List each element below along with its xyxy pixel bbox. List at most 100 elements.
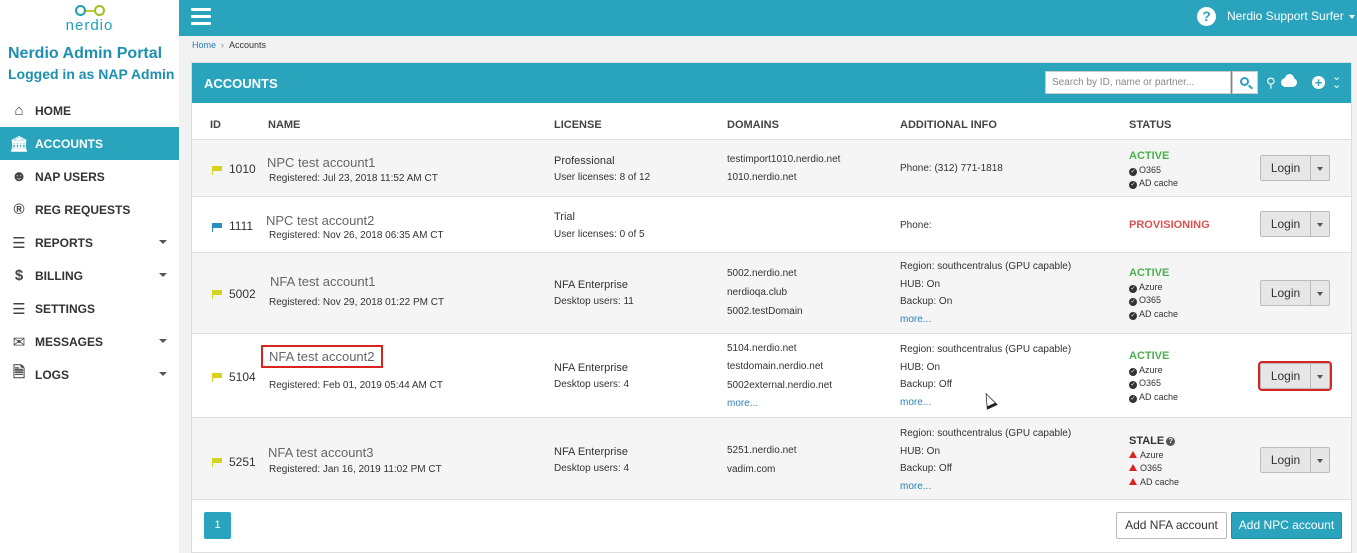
domains-more-link[interactable]: more... bbox=[727, 398, 758, 409]
info-more-link[interactable]: more... bbox=[900, 397, 931, 408]
search-input[interactable] bbox=[1045, 71, 1231, 94]
logo-mark-icon bbox=[74, 4, 105, 18]
account-name[interactable]: NPC test account1 bbox=[267, 155, 375, 170]
pagination-page-button[interactable]: 1 bbox=[204, 512, 231, 539]
top-bar: ? Nerdio Support Surfer bbox=[179, 0, 1357, 36]
login-button[interactable]: Login bbox=[1261, 156, 1311, 180]
add-npc-account-button[interactable]: Add NPC account bbox=[1231, 512, 1342, 539]
domain-item: 5002.nerdio.net bbox=[727, 268, 797, 279]
help-icon[interactable]: ? bbox=[1197, 7, 1216, 26]
cloud-icon[interactable] bbox=[1281, 73, 1297, 87]
bank-icon: 🏛 bbox=[9, 135, 29, 153]
caret-down-icon bbox=[1317, 375, 1323, 379]
account-name[interactable]: NPC test account2 bbox=[266, 213, 374, 228]
sidebar-item-label: REG REQUESTS bbox=[35, 202, 131, 217]
login-button-group: Login bbox=[1260, 447, 1330, 473]
table-row[interactable]: 5002 NFA test account1 Registered: Nov 2… bbox=[192, 252, 1351, 333]
login-button[interactable]: Login bbox=[1261, 364, 1311, 388]
accounts-panel: ACCOUNTS ⚲ + ⌄⌄ ID NAME LICENSE DOMAINS … bbox=[191, 62, 1352, 553]
registered-date: Registered: Jan 16, 2019 11:02 PM CT bbox=[269, 464, 442, 475]
nerdio-logo[interactable]: nerdio bbox=[0, 0, 179, 36]
account-id: 5002 bbox=[229, 287, 256, 301]
check-circle-icon: ✓ bbox=[1129, 168, 1137, 176]
info-item: Region: southcentralus (GPU capable) bbox=[900, 428, 1072, 439]
table-row[interactable]: 5104 NFA test account2 Registered: Feb 0… bbox=[192, 333, 1351, 417]
sidebar-item-label: HOME bbox=[35, 103, 71, 118]
login-button-group: Login bbox=[1260, 280, 1330, 306]
login-button[interactable]: Login bbox=[1261, 448, 1311, 472]
key-search-icon[interactable]: ⚲ bbox=[1266, 75, 1276, 91]
license-detail: Desktop users: 4 bbox=[554, 463, 630, 474]
info-item: HUB: On bbox=[900, 279, 941, 290]
column-header-id: ID bbox=[210, 119, 221, 131]
sidebar-item-nap-users[interactable]: ☻ NAP USERS bbox=[0, 160, 179, 193]
caret-down-icon bbox=[159, 339, 167, 343]
service-status: ✓ AD cache bbox=[1129, 178, 1179, 189]
status-badge: ACTIVE bbox=[1129, 267, 1170, 279]
hamburger-menu-icon[interactable] bbox=[191, 8, 211, 26]
status-badge: ACTIVE bbox=[1129, 150, 1170, 162]
add-nfa-account-button[interactable]: Add NFA account bbox=[1116, 512, 1227, 539]
login-button-group: Login bbox=[1260, 155, 1330, 181]
status-badge: ACTIVE bbox=[1129, 350, 1170, 362]
account-name[interactable]: NFA test account2 bbox=[261, 345, 383, 368]
envelope-icon: ✉ bbox=[12, 333, 26, 351]
sidebar-item-reg-requests[interactable]: ® REG REQUESTS bbox=[0, 193, 179, 226]
domain-item: 5002external.nerdio.net bbox=[727, 380, 833, 391]
flag-icon bbox=[212, 166, 222, 175]
login-dropdown-toggle[interactable] bbox=[1311, 364, 1329, 388]
table-row[interactable]: 5251 NFA test account3 Registered: Jan 1… bbox=[192, 417, 1351, 499]
account-name[interactable]: NFA test account3 bbox=[268, 445, 374, 460]
warning-icon bbox=[1129, 451, 1137, 458]
info-item: Phone: bbox=[900, 220, 932, 231]
sidebar-item-label: BILLING bbox=[35, 268, 83, 283]
license-detail: Desktop users: 4 bbox=[554, 379, 630, 390]
question-circle-icon[interactable]: ? bbox=[1166, 437, 1176, 446]
caret-down-icon bbox=[1348, 14, 1355, 19]
sidebar-item-settings[interactable]: ☰ SETTINGS bbox=[0, 292, 179, 325]
list-icon: ☰ bbox=[12, 234, 26, 252]
login-dropdown-toggle[interactable] bbox=[1311, 212, 1329, 236]
panel-title: ACCOUNTS bbox=[204, 76, 278, 91]
login-button[interactable]: Login bbox=[1261, 212, 1311, 236]
add-icon[interactable]: + bbox=[1312, 76, 1325, 89]
sidebar-item-home[interactable]: ⌂ HOME bbox=[0, 94, 179, 127]
info-item: Backup: On bbox=[900, 296, 953, 307]
login-button[interactable]: Login bbox=[1261, 281, 1311, 305]
domain-item: 5002.testDomain bbox=[727, 306, 803, 317]
sidebar-item-logs[interactable]: 🗎 LOGS bbox=[0, 358, 179, 391]
domain-item: vadim.com bbox=[727, 464, 776, 475]
user-menu[interactable]: Nerdio Support Surfer bbox=[1227, 9, 1355, 23]
license-type: Trial bbox=[554, 211, 575, 223]
double-chevron-down-icon[interactable]: ⌄ ⌄ bbox=[1332, 72, 1341, 91]
registered-date: Registered: Nov 26, 2018 06:35 AM CT bbox=[269, 230, 444, 241]
sidebar-item-messages[interactable]: ✉ MESSAGES bbox=[0, 325, 179, 358]
service-status: AD cache bbox=[1129, 476, 1179, 489]
account-name[interactable]: NFA test account1 bbox=[270, 274, 376, 289]
info-more-link[interactable]: more... bbox=[900, 481, 931, 492]
table-row[interactable]: 1111 NPC test account2 Registered: Nov 2… bbox=[192, 196, 1351, 252]
login-dropdown-toggle[interactable] bbox=[1311, 281, 1329, 305]
sidebar-item-reports[interactable]: ☰ REPORTS bbox=[0, 226, 179, 259]
service-status: O365 bbox=[1129, 462, 1162, 475]
caret-down-icon bbox=[1317, 459, 1323, 463]
account-id: 5251 bbox=[229, 455, 256, 469]
search-button[interactable] bbox=[1232, 71, 1258, 94]
check-circle-icon: ✓ bbox=[1129, 285, 1137, 293]
column-header-additional-info: ADDITIONAL INFO bbox=[900, 119, 997, 131]
service-status: ✓ O365 bbox=[1129, 378, 1162, 389]
check-circle-icon: ✓ bbox=[1129, 395, 1137, 403]
login-dropdown-toggle[interactable] bbox=[1311, 448, 1329, 472]
sidebar-item-accounts[interactable]: 🏛 ACCOUNTS bbox=[0, 127, 179, 160]
status-badge: PROVISIONING bbox=[1129, 219, 1210, 231]
table-row[interactable]: 1010 NPC test account1 Registered: Jul 2… bbox=[192, 139, 1351, 196]
info-more-link[interactable]: more... bbox=[900, 314, 931, 325]
login-dropdown-toggle[interactable] bbox=[1311, 156, 1329, 180]
sidebar-item-billing[interactable]: $ BILLING bbox=[0, 259, 179, 292]
service-status: ✓ AD cache bbox=[1129, 392, 1179, 403]
dollar-icon: $ bbox=[14, 267, 24, 284]
domain-item: 1010.nerdio.net bbox=[727, 172, 797, 183]
caret-down-icon bbox=[159, 372, 167, 376]
breadcrumb-home-link[interactable]: Home bbox=[192, 40, 216, 50]
account-id: 5104 bbox=[229, 370, 256, 384]
